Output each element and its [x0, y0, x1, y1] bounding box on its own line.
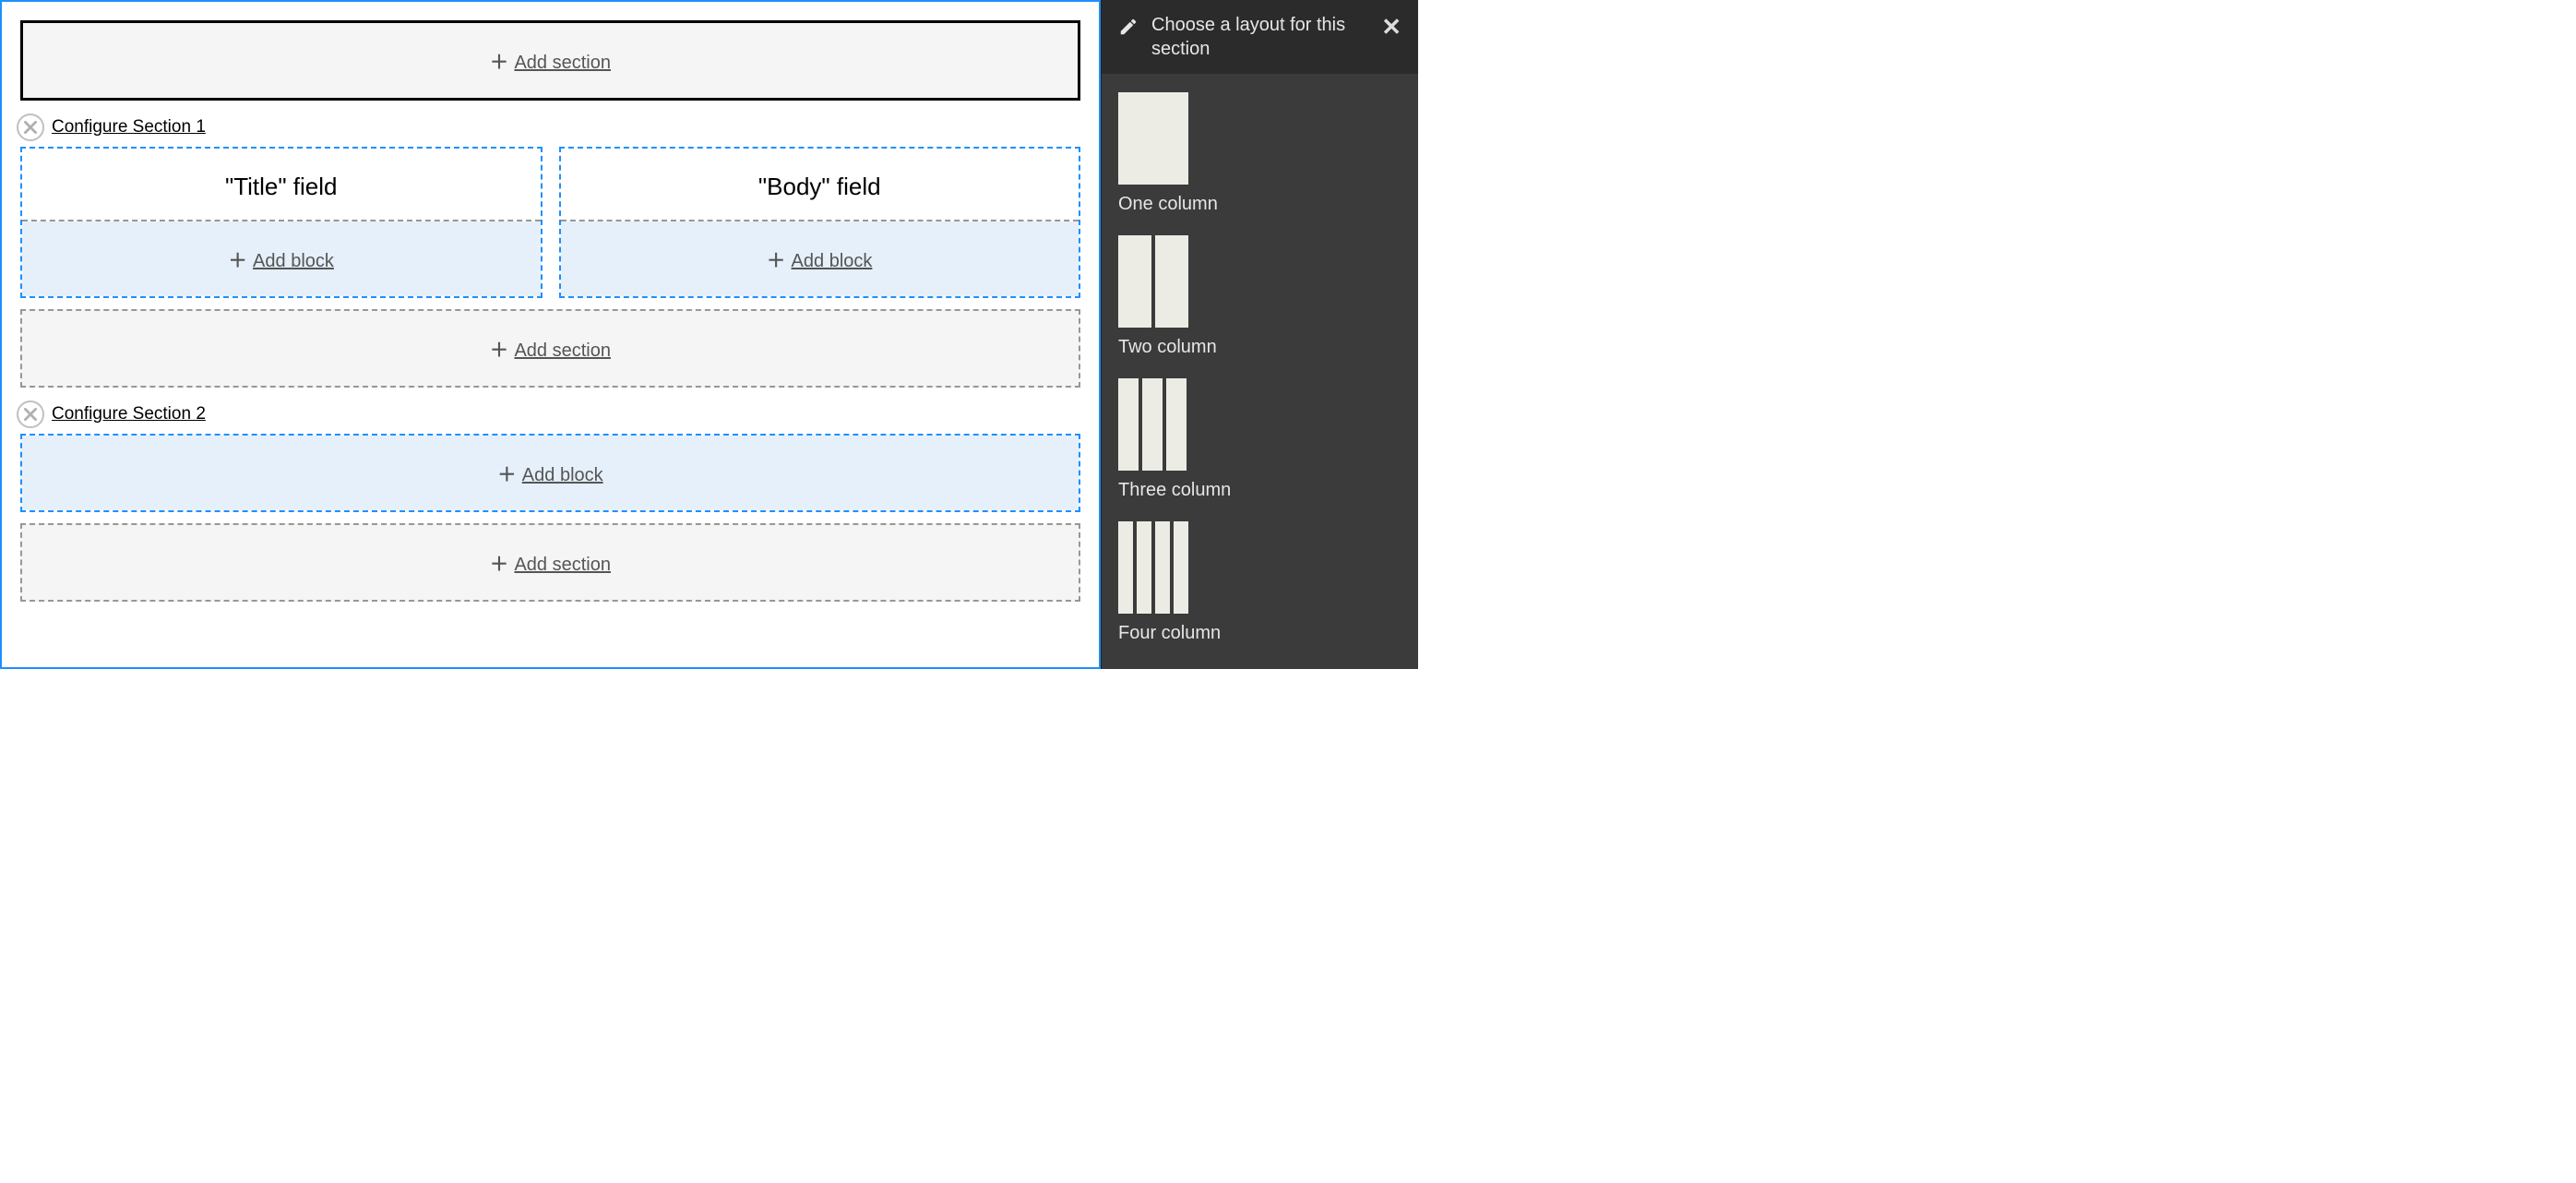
close-sidebar-button[interactable]: ✕ — [1381, 13, 1401, 42]
layout-option-label: Two column — [1118, 337, 1401, 358]
region-column: "Title" field ＋ Add block — [20, 147, 543, 298]
close-icon — [24, 408, 37, 421]
add-block-button[interactable]: ＋ Add block — [22, 221, 541, 296]
section-header: Configure Section 2 — [17, 400, 1080, 428]
plus-icon: ＋ — [229, 251, 247, 271]
section-header: Configure Section 1 — [17, 114, 1080, 141]
layout-option-three-column[interactable]: Three column — [1118, 378, 1401, 501]
layout-options: One column Two column Three column Four … — [1102, 74, 1418, 663]
section-region: ＋ Add block — [20, 434, 1080, 512]
layout-option-label: One column — [1118, 194, 1401, 215]
remove-section-button[interactable] — [17, 114, 44, 141]
plus-icon: ＋ — [490, 53, 508, 73]
layout-thumb — [1118, 235, 1401, 328]
add-section-label: Add section — [514, 341, 611, 361]
add-block-button[interactable]: ＋ Add block — [22, 436, 1079, 510]
plus-icon: ＋ — [767, 251, 785, 271]
layout-builder-canvas: ＋ Add section Configure Section 1 "Title… — [0, 0, 1101, 669]
layout-option-label: Three column — [1118, 480, 1401, 501]
plus-icon: ＋ — [497, 465, 516, 485]
sidebar-title: Choose a layout for this section — [1151, 13, 1368, 61]
add-section-label: Add section — [514, 555, 611, 575]
plus-icon: ＋ — [490, 341, 508, 361]
layout-thumb — [1118, 378, 1401, 471]
layout-option-label: Four column — [1118, 623, 1401, 644]
add-block-button[interactable]: ＋ Add block — [561, 221, 1079, 296]
close-icon — [24, 121, 37, 134]
plus-icon: ＋ — [490, 555, 508, 575]
layout-sidebar: Choose a layout for this section ✕ One c… — [1101, 0, 1418, 669]
add-block-label: Add block — [522, 465, 603, 485]
add-block-label: Add block — [253, 251, 334, 271]
region-column: "Body" field ＋ Add block — [559, 147, 1081, 298]
pencil-icon — [1118, 17, 1139, 42]
add-section-button[interactable]: ＋ Add section — [20, 523, 1080, 602]
add-section-label: Add section — [514, 53, 611, 73]
section-region: "Title" field ＋ Add block "Body" field ＋… — [20, 147, 1080, 298]
layout-thumb — [1118, 92, 1401, 185]
sidebar-header: Choose a layout for this section ✕ — [1102, 0, 1418, 74]
configure-section-link[interactable]: Configure Section 2 — [52, 404, 206, 424]
remove-section-button[interactable] — [17, 400, 44, 428]
add-section-button[interactable]: ＋ Add section — [20, 309, 1080, 388]
add-block-label: Add block — [792, 251, 873, 271]
layout-option-two-column[interactable]: Two column — [1118, 235, 1401, 358]
layout-thumb — [1118, 521, 1401, 614]
configure-section-link[interactable]: Configure Section 1 — [52, 117, 206, 137]
layout-option-one-column[interactable]: One column — [1118, 92, 1401, 215]
block-label[interactable]: "Body" field — [561, 149, 1079, 221]
block-label[interactable]: "Title" field — [22, 149, 541, 221]
add-section-button[interactable]: ＋ Add section — [20, 20, 1080, 101]
layout-option-four-column[interactable]: Four column — [1118, 521, 1401, 644]
